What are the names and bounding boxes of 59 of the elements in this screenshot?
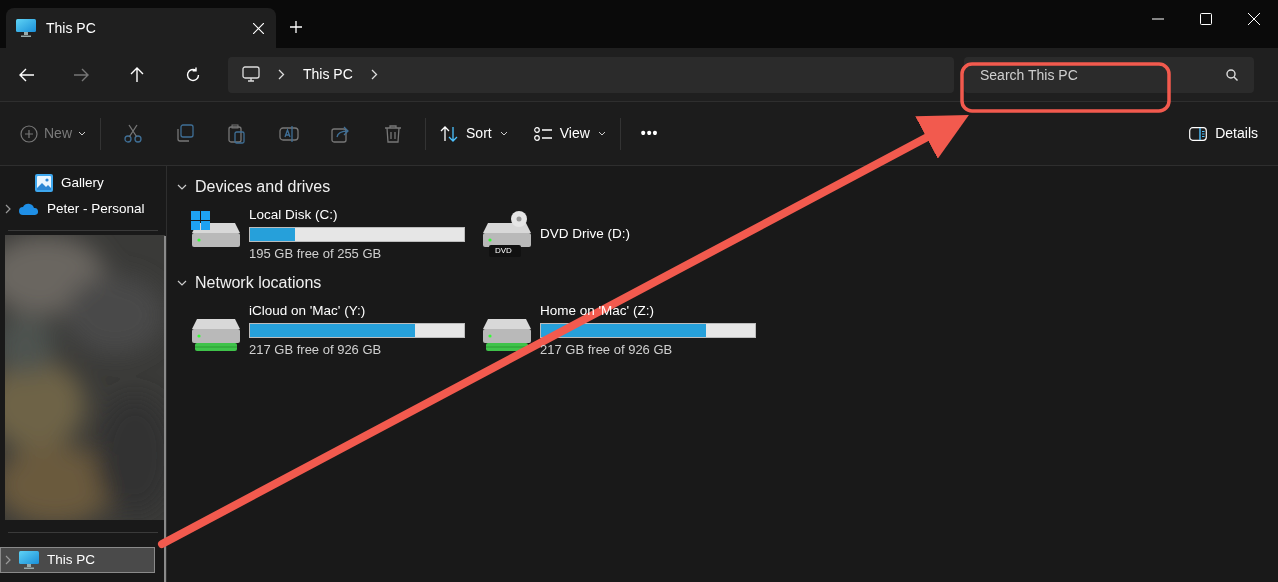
- minimize-icon: [1152, 18, 1164, 20]
- sort-icon: [440, 125, 458, 142]
- trash-icon: [383, 123, 403, 144]
- chevron-right-icon: [370, 69, 378, 80]
- search-icon: [1226, 68, 1238, 81]
- monitor-icon: [16, 19, 36, 37]
- gallery-icon: [35, 174, 53, 192]
- breadcrumb[interactable]: This PC: [303, 64, 353, 85]
- clipboard-icon: [227, 123, 247, 144]
- chevron-down-icon: [177, 184, 187, 190]
- close-icon[interactable]: [253, 22, 264, 34]
- dvd-drive-icon: [482, 211, 532, 257]
- drive-tile[interactable]: DVD Drive (D:) DVD: [468, 202, 759, 266]
- scissors-icon: [123, 123, 143, 144]
- chevron-right-icon[interactable]: [5, 555, 11, 565]
- new-button[interactable]: New: [12, 115, 94, 152]
- maximize-icon: [1200, 13, 1212, 25]
- drive-tile[interactable]: iCloud on 'Mac' (Y:) 217 GB free of 926 GB: [177, 298, 468, 362]
- details-pane-icon: [1189, 126, 1208, 141]
- view-button[interactable]: View: [525, 115, 614, 152]
- address-bar[interactable]: This PC: [228, 56, 954, 93]
- caret-icon: [597, 131, 606, 136]
- computer-icon: [242, 66, 260, 83]
- plus-circle-icon: [20, 124, 38, 143]
- details-button[interactable]: Details: [1181, 115, 1266, 152]
- tab-title: This PC: [46, 18, 97, 38]
- close-icon: [1248, 13, 1260, 25]
- rename-icon: [279, 123, 299, 144]
- chevron-right-icon: [278, 69, 285, 80]
- sidebar-item[interactable]: Peter - Personal: [0, 196, 155, 222]
- chevron-right-icon[interactable]: [5, 204, 11, 214]
- drive-name: iCloud on 'Mac' (Y:): [249, 301, 366, 320]
- free-space-text: 195 GB free of 255 GB: [249, 244, 382, 263]
- cloud-icon: [19, 203, 39, 215]
- back-arrow-icon: [19, 67, 35, 82]
- search-field[interactable]: Search This PC: [964, 56, 1254, 93]
- more-button[interactable]: •••: [626, 115, 673, 152]
- drive-name: DVD Drive (D:): [540, 224, 630, 243]
- chevron-down-icon: [177, 280, 187, 286]
- drive-name: Local Disk (C:): [249, 205, 338, 224]
- drive-tile[interactable]: Local Disk (C:) 195 GB free of 255 GB: [177, 202, 468, 266]
- list-icon: [533, 125, 552, 142]
- dvd-label: DVD: [495, 245, 512, 257]
- plus-icon: [289, 20, 303, 34]
- sidebar-item[interactable]: This PC: [0, 547, 155, 573]
- free-space-text: 217 GB free of 926 GB: [249, 340, 382, 359]
- monitor-icon: [19, 551, 39, 569]
- sort-button[interactable]: Sort: [432, 115, 516, 152]
- group-header[interactable]: Devices and drives: [177, 176, 1278, 198]
- sidebar-item[interactable]: Gallery: [0, 170, 155, 196]
- forward-arrow-icon: [73, 67, 89, 82]
- caret-icon: [78, 131, 86, 136]
- up-arrow-icon: [130, 66, 144, 83]
- group-header[interactable]: Network locations: [177, 272, 1278, 294]
- free-space-text: 217 GB free of 926 GB: [540, 340, 673, 359]
- tab[interactable]: This PC: [6, 8, 276, 48]
- refresh-icon: [185, 66, 201, 83]
- caret-icon: [499, 131, 508, 136]
- copy-icon: [175, 123, 195, 144]
